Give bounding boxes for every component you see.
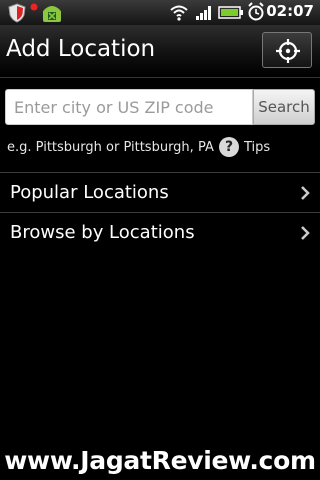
- alarm-clock-icon: [248, 2, 264, 21]
- watermark: www.JagatReview.com: [4, 446, 316, 475]
- signal-icon: [196, 6, 211, 20]
- title-bar: Add Location: [0, 25, 320, 78]
- notification-dot-icon: [30, 3, 38, 11]
- help-question-icon[interactable]: ?: [219, 137, 239, 157]
- list-item-label: Browse by Locations: [10, 222, 195, 243]
- chevron-right-icon: [301, 226, 310, 240]
- wifi-icon: [170, 5, 188, 21]
- locate-button[interactable]: [262, 32, 312, 68]
- divider: [0, 212, 320, 213]
- status-time: 02:07: [266, 2, 314, 20]
- status-bar: 02:07: [0, 0, 320, 25]
- list-item-browse-by-locations[interactable]: Browse by Locations: [0, 214, 320, 252]
- security-shield-icon: [8, 3, 26, 23]
- list-item-popular-locations[interactable]: Popular Locations: [0, 174, 320, 212]
- search-input[interactable]: [5, 89, 253, 125]
- divider: [0, 172, 320, 173]
- list-item-label: Popular Locations: [10, 182, 169, 203]
- android-robot-icon: [43, 6, 61, 22]
- battery-icon: [218, 6, 243, 19]
- page-title: Add Location: [6, 36, 156, 62]
- chevron-right-icon: [301, 186, 310, 200]
- tips-link[interactable]: Tips: [244, 140, 270, 155]
- search-hint: e.g. Pittsburgh or Pittsburgh, PA: [7, 140, 214, 155]
- search-button[interactable]: Search: [253, 89, 315, 125]
- crosshair-locate-icon: [276, 39, 300, 63]
